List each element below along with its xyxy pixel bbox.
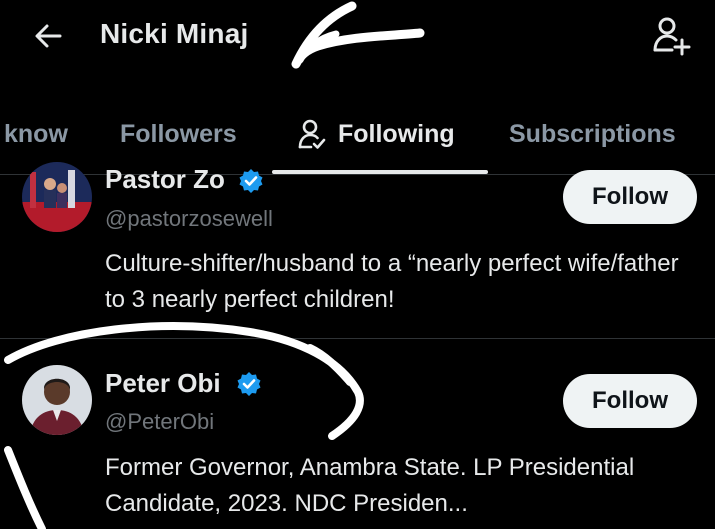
user-handle: @pastorzosewell xyxy=(105,206,273,231)
tab-subscriptions[interactable]: Subscriptions xyxy=(509,120,676,149)
tab-know[interactable]: know xyxy=(4,120,68,149)
user-bio: Culture-shifter/husband to a “nearly per… xyxy=(105,250,679,313)
user-name[interactable]: Pastor Zo xyxy=(105,164,225,195)
verified-badge-icon xyxy=(239,169,263,193)
avatar[interactable] xyxy=(22,365,92,435)
person-check-icon xyxy=(298,119,326,149)
tab-bar: know Followers Following Subscriptions xyxy=(0,96,715,174)
page-title: Nicki Minaj xyxy=(100,18,249,49)
user-bio: Former Governor, Anambra State. LP Presi… xyxy=(105,454,635,517)
tab-followers[interactable]: Followers xyxy=(120,120,237,149)
follow-button[interactable]: Follow xyxy=(563,374,697,428)
arrow-left-icon[interactable] xyxy=(30,18,66,54)
add-user-icon[interactable] xyxy=(650,14,692,56)
verified-badge-icon xyxy=(237,372,261,396)
top-bar: Nicki Minaj xyxy=(0,0,715,80)
follow-button[interactable]: Follow xyxy=(563,170,697,224)
avatar[interactable] xyxy=(22,162,92,232)
row-divider xyxy=(0,338,715,339)
tab-following[interactable]: Following xyxy=(338,120,455,149)
user-name[interactable]: Peter Obi xyxy=(105,368,221,399)
user-handle: @PeterObi xyxy=(105,409,215,434)
